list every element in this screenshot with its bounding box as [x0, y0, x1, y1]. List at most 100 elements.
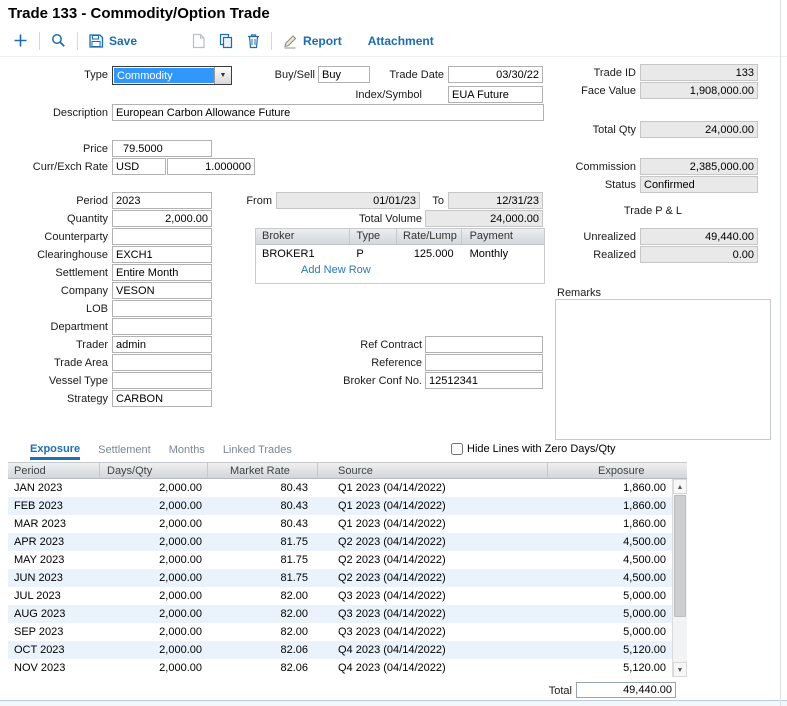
clearinghouse-input[interactable]	[112, 246, 212, 263]
buy-sell-input[interactable]	[318, 66, 370, 83]
chevron-down-icon[interactable]: ▼	[214, 67, 231, 84]
cell-source: Q1 2023 (04/14/2022)	[318, 479, 548, 497]
strategy-input[interactable]	[112, 390, 212, 407]
days-qty-col-header[interactable]: Days/Qty	[100, 463, 208, 478]
table-row[interactable]: NOV 2023 2,000.00 82.06 Q4 2023 (04/14/2…	[8, 659, 672, 677]
window-right-border	[780, 0, 781, 706]
total-label: Total	[500, 685, 572, 697]
status-field	[640, 176, 758, 193]
cell-period: APR 2023	[8, 533, 100, 551]
cell-period: OCT 2023	[8, 641, 100, 659]
page-title: Trade 133 - Commodity/Option Trade	[8, 5, 270, 22]
quantity-input[interactable]	[112, 210, 212, 227]
status-label: Status	[522, 179, 636, 191]
save-button[interactable]: Save	[82, 30, 143, 52]
tab-exposure[interactable]: Exposure	[30, 443, 80, 460]
market-rate-col-header[interactable]: Market Rate	[208, 463, 318, 478]
copy-button[interactable]	[212, 30, 240, 52]
reference-input[interactable]	[425, 354, 543, 371]
table-row[interactable]: JUL 2023 2,000.00 82.00 Q3 2023 (04/14/2…	[8, 587, 672, 605]
to-label: To	[416, 195, 444, 207]
add-new-row-link[interactable]: Add New Row	[301, 264, 544, 276]
exch-rate-input[interactable]	[167, 158, 255, 175]
new-button[interactable]	[6, 29, 35, 52]
report-button[interactable]: Report	[276, 30, 348, 52]
exposure-col-header[interactable]: Exposure	[548, 463, 687, 478]
tab-settlement[interactable]: Settlement	[98, 444, 151, 460]
report-icon	[282, 33, 298, 49]
face-value-label: Face Value	[522, 85, 636, 97]
scroll-up-arrow[interactable]: ▲	[673, 479, 687, 494]
ref-contract-input[interactable]	[425, 336, 543, 353]
table-row[interactable]: APR 2023 2,000.00 81.75 Q2 2023 (04/14/2…	[8, 533, 672, 551]
search-icon	[50, 32, 67, 49]
total-qty-label: Total Qty	[522, 124, 636, 136]
tab-linked-trades[interactable]: Linked Trades	[223, 444, 292, 460]
cell-days-qty: 2,000.00	[100, 497, 208, 515]
reference-label: Reference	[330, 357, 422, 369]
cell-market-rate: 81.75	[208, 551, 318, 569]
table-row[interactable]: AUG 2023 2,000.00 82.00 Q3 2023 (04/14/2…	[8, 605, 672, 623]
period-col-header[interactable]: Period	[8, 463, 100, 478]
broker-table-header: Broker Type Rate/Lump Payment	[256, 229, 544, 245]
delete-button[interactable]	[240, 30, 267, 52]
table-row[interactable]: OCT 2023 2,000.00 82.06 Q4 2023 (04/14/2…	[8, 641, 672, 659]
total-qty-field	[640, 121, 758, 138]
broker-row[interactable]: BROKER1 P 125.000 Monthly	[256, 245, 544, 263]
company-input[interactable]	[112, 282, 212, 299]
exposure-table-body: JAN 2023 2,000.00 80.43 Q1 2023 (04/14/2…	[8, 479, 672, 677]
trade-area-input[interactable]	[112, 354, 212, 371]
remarks-textarea[interactable]	[555, 299, 771, 440]
cell-period: JUN 2023	[8, 569, 100, 587]
cell-exposure: 1,860.00	[548, 479, 672, 497]
tab-months[interactable]: Months	[169, 444, 205, 460]
unrealized-label: Unrealized	[522, 231, 636, 243]
table-row[interactable]: MAR 2023 2,000.00 80.43 Q1 2023 (04/14/2…	[8, 515, 672, 533]
table-row[interactable]: MAY 2023 2,000.00 81.75 Q2 2023 (04/14/2…	[8, 551, 672, 569]
scroll-down-arrow[interactable]: ▼	[673, 662, 687, 677]
table-row[interactable]: SEP 2023 2,000.00 82.00 Q3 2023 (04/14/2…	[8, 623, 672, 641]
type-label: Type	[4, 69, 108, 81]
total-exposure-field	[576, 682, 676, 698]
cell-days-qty: 2,000.00	[100, 569, 208, 587]
table-row[interactable]: FEB 2023 2,000.00 80.43 Q1 2023 (04/14/2…	[8, 497, 672, 515]
table-row[interactable]: JAN 2023 2,000.00 80.43 Q1 2023 (04/14/2…	[8, 479, 672, 497]
table-row[interactable]: JUN 2023 2,000.00 81.75 Q2 2023 (04/14/2…	[8, 569, 672, 587]
currency-input[interactable]	[112, 158, 166, 175]
hide-zero-label: Hide Lines with Zero Days/Qty	[467, 443, 616, 455]
cell-market-rate: 82.00	[208, 605, 318, 623]
cell-market-rate: 82.00	[208, 623, 318, 641]
new-document-button[interactable]	[185, 30, 212, 52]
total-volume-field	[425, 210, 543, 227]
unrealized-field	[640, 228, 758, 245]
lob-label: LOB	[4, 303, 108, 315]
cell-days-qty: 2,000.00	[100, 551, 208, 569]
search-button[interactable]	[44, 29, 73, 52]
description-input[interactable]	[112, 104, 544, 121]
trade-id-field	[640, 64, 758, 81]
period-input[interactable]	[112, 192, 212, 209]
counterparty-input[interactable]	[112, 228, 212, 245]
broker-conf-no-input[interactable]	[425, 372, 543, 389]
trash-icon	[246, 33, 261, 49]
vessel-type-input[interactable]	[112, 372, 212, 389]
broker-conf-no-label: Broker Conf No.	[330, 375, 422, 387]
price-label: Price	[4, 143, 108, 155]
commission-label: Commission	[522, 161, 636, 173]
source-col-header[interactable]: Source	[318, 463, 548, 478]
price-input[interactable]	[112, 140, 212, 157]
cell-source: Q3 2023 (04/14/2022)	[318, 587, 548, 605]
cell-source: Q2 2023 (04/14/2022)	[318, 569, 548, 587]
scrollbar-thumb[interactable]	[674, 495, 686, 617]
cell-period: AUG 2023	[8, 605, 100, 623]
type-col-header: Type	[350, 229, 397, 244]
lob-input[interactable]	[112, 300, 212, 317]
type-select[interactable]: Commodity ▼	[112, 66, 232, 85]
department-input[interactable]	[112, 318, 212, 335]
vertical-scrollbar[interactable]: ▲ ▼	[672, 479, 687, 677]
attachment-button[interactable]: Attachment	[362, 31, 440, 51]
trader-input[interactable]	[112, 336, 212, 353]
cell-market-rate: 81.75	[208, 533, 318, 551]
settlement-input[interactable]	[112, 264, 212, 281]
hide-zero-checkbox[interactable]	[451, 443, 463, 455]
